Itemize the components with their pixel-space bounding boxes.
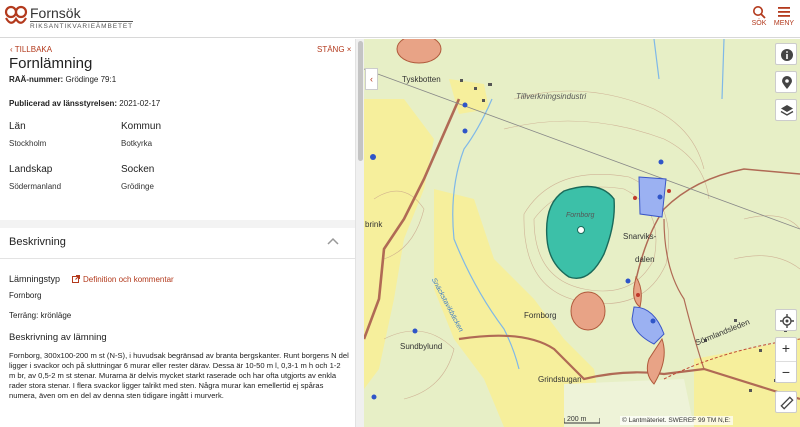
raa-number: RAÄ-nummer: Grödinge 79:1 — [9, 75, 116, 84]
layers-icon — [780, 105, 794, 116]
terrain-text: Terräng: krönläge — [9, 311, 72, 320]
description-text: Fornborg, 300x100-200 m st (N-S), i huvu… — [9, 351, 349, 400]
map-label-sundbylund: Sundbylund — [400, 342, 443, 351]
menu-button[interactable]: MENY — [770, 5, 798, 27]
info-icon — [781, 49, 793, 61]
menu-button-label: MENY — [773, 20, 795, 27]
map-label-tyskbotten: Tyskbotten — [402, 75, 441, 84]
search-icon — [753, 6, 766, 19]
description-heading: Beskrivning av lämning — [9, 332, 107, 343]
collapse-panel-button[interactable]: ‹ — [365, 68, 378, 90]
back-label: TILLBAKA — [14, 45, 53, 54]
field-key-socken: Socken — [121, 164, 155, 175]
close-label: STÄNG — [317, 45, 345, 54]
zoom-in-button[interactable]: + — [776, 338, 796, 360]
lamningstyp-value: Fornborg — [9, 291, 42, 300]
layers-button[interactable] — [775, 99, 797, 121]
top-header: Fornsök RIKSANTIKVARIEÄMBETET SÖK MENY — [0, 0, 800, 38]
field-key-kommun: Kommun — [121, 121, 162, 132]
map-label-grindstugan: Grindstugan — [538, 375, 582, 384]
field-key-landskap: Landskap — [9, 164, 53, 175]
section-title-beskrivning[interactable]: Beskrivning — [9, 236, 66, 248]
close-icon: × — [346, 45, 352, 54]
location-pin-icon — [782, 76, 792, 89]
published-key: Publicerad av länsstyrelsen: — [9, 99, 118, 108]
field-value-lan: Stockholm — [9, 139, 47, 148]
locate-me-button[interactable] — [775, 309, 797, 331]
zoom-out-button[interactable]: − — [776, 361, 796, 383]
map-label-snarviks: Snarviks- — [623, 232, 657, 241]
panel-scrollbar[interactable] — [355, 39, 364, 427]
search-button-label: SÖK — [751, 20, 767, 27]
scale-label: 200 m — [567, 416, 587, 423]
locate-icon — [780, 314, 794, 328]
published-date: Publicerad av länsstyrelsen: 2021-02-17 — [9, 99, 160, 108]
published-value: 2021-02-17 — [119, 99, 161, 108]
section-line — [0, 258, 355, 259]
zoom-controls: + − — [775, 337, 797, 383]
measure-button[interactable] — [775, 391, 797, 413]
fornsok-logo-icon[interactable] — [4, 5, 28, 29]
details-panel: ‹ TILLBAKA STÄNG × Fornlämning RAÄ-numme… — [0, 39, 364, 427]
map-label-dalen: dalen — [635, 255, 655, 264]
section-divider — [0, 220, 355, 228]
map-label-tillverkningsindustri: Tillverkningsindustri — [516, 92, 587, 101]
lamningstyp-label: Lämningstyp — [9, 274, 61, 284]
chevron-up-icon[interactable] — [327, 236, 339, 246]
chevron-left-icon: ‹ — [370, 74, 373, 84]
scrollbar-thumb[interactable] — [358, 41, 363, 161]
field-value-kommun: Botkyrka — [121, 139, 153, 148]
raa-value: Grödinge 79:1 — [65, 75, 117, 84]
page-title: Fornlämning — [9, 55, 93, 72]
definition-link-label: Definition och kommentar — [83, 275, 174, 284]
map-attribution: © Lantmäteriet. SWEREF 99 TM N,E: — [620, 416, 733, 425]
raa-key: RAÄ-nummer: — [9, 75, 64, 84]
location-button[interactable] — [775, 71, 797, 93]
map-label-fornborg: Fornborg — [524, 311, 557, 320]
field-value-socken: Grödinge — [121, 182, 154, 191]
info-button[interactable] — [775, 43, 797, 65]
back-link[interactable]: ‹ TILLBAKA — [10, 45, 52, 54]
ruler-icon — [780, 396, 794, 410]
field-key-lan: Län — [9, 121, 26, 132]
brand-name: Fornsök — [30, 5, 81, 21]
hamburger-icon — [778, 7, 790, 17]
definition-link[interactable]: Definition och kommentar — [72, 275, 174, 284]
brand[interactable]: Fornsök RIKSANTIKVARIEÄMBETET — [30, 6, 133, 32]
search-button[interactable]: SÖK — [745, 5, 773, 27]
map-label-brink: brink — [365, 220, 383, 229]
map-label-fornborg-feature: Fornborg — [566, 212, 595, 219]
external-link-icon — [72, 275, 80, 283]
map-view[interactable]: Tyskbotten Tillverkningsindustri Fornbor… — [364, 39, 800, 427]
field-value-landskap: Södermanland — [9, 182, 62, 191]
close-link[interactable]: STÄNG × — [317, 45, 351, 54]
brand-subtitle: RIKSANTIKVARIEÄMBETET — [30, 21, 133, 30]
